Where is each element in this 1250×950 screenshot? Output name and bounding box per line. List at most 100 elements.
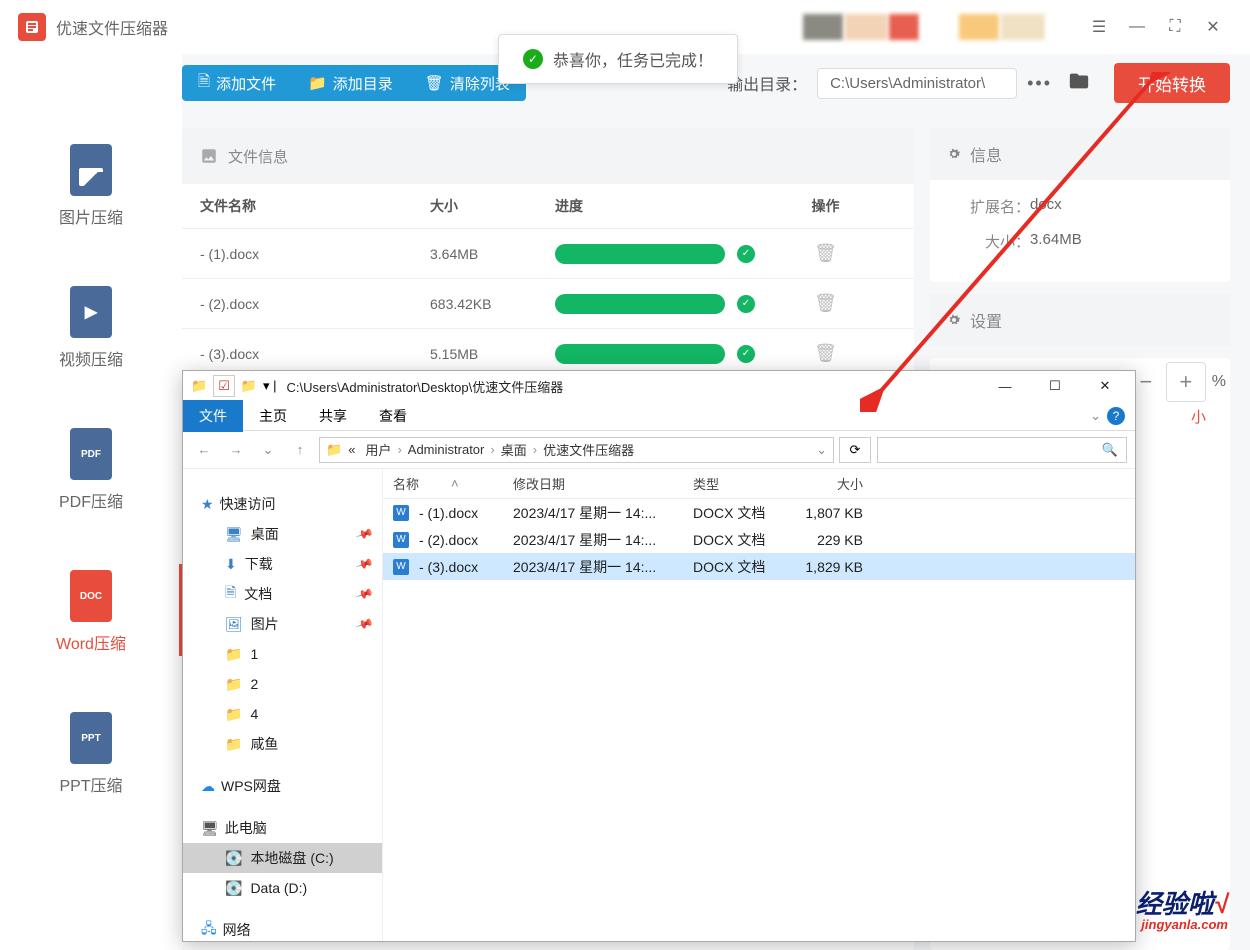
settings-header: 设置 bbox=[930, 294, 1230, 346]
ext-label: 扩展名： bbox=[950, 196, 1030, 217]
sidebar-label: Word压缩 bbox=[56, 630, 126, 654]
table-row[interactable]: - (1).docx 3.64MB ✓ 🗑 bbox=[182, 228, 914, 278]
sidebar-item-word[interactable]: DOC Word压缩 bbox=[0, 570, 182, 654]
docx-icon: W bbox=[393, 532, 409, 548]
image-icon bbox=[70, 144, 112, 196]
sidebar-label: 视频压缩 bbox=[59, 346, 123, 370]
sidebar-label: PDF压缩 bbox=[59, 488, 123, 512]
done-check-icon: ✓ bbox=[737, 245, 755, 263]
app-logo-icon bbox=[18, 13, 46, 41]
done-check-icon: ✓ bbox=[737, 345, 755, 363]
increase-button[interactable]: + bbox=[1166, 362, 1206, 402]
nav-forward-button[interactable]: → bbox=[223, 437, 249, 463]
done-check-icon: ✓ bbox=[737, 295, 755, 313]
check-icon: ✓ bbox=[523, 49, 543, 69]
checkbox-icon[interactable]: ☑ bbox=[213, 375, 235, 397]
col-progress: 进度 bbox=[555, 196, 755, 216]
quick-access[interactable]: ★快速访问 bbox=[183, 489, 382, 519]
nav-folder[interactable]: 📁4 bbox=[183, 699, 382, 729]
explorer-sidebar: ★快速访问 🖥桌面📌 ⬇下载📌 🗎文档📌 🖼图片📌 📁1 📁2 📁4 📁咸鱼 ☁… bbox=[183, 469, 383, 941]
explorer-columns: 名称˄ 修改日期 类型 大小 bbox=[383, 469, 1135, 499]
explorer-file-list: 名称˄ 修改日期 类型 大小 W- (1).docx 2023/4/17 星期一… bbox=[383, 469, 1135, 941]
table-row[interactable]: - (2).docx 683.42KB ✓ 🗑 bbox=[182, 278, 914, 328]
ext-value: docx bbox=[1030, 196, 1062, 217]
address-bar[interactable]: 📁 « 用户› Administrator› 桌面› 优速文件压缩器 ⌄ bbox=[319, 437, 834, 463]
folder-icon: 📁 bbox=[191, 378, 207, 394]
sidebar-item-ppt[interactable]: PPT PPT压缩 bbox=[0, 712, 182, 796]
ribbon-tab-view[interactable]: 查看 bbox=[363, 400, 423, 432]
chevron-down-icon[interactable]: ⌄ bbox=[816, 442, 827, 458]
output-dir-label: 输出目录： bbox=[727, 71, 807, 95]
col-name: 文件名称 bbox=[200, 196, 430, 216]
file-icon: 🗎 bbox=[198, 71, 210, 96]
explorer-ribbon: 文件 主页 共享 查看 ⌄ ? bbox=[183, 401, 1135, 431]
col-op: 操作 bbox=[755, 196, 896, 216]
menu-icon[interactable]: ☰ bbox=[1080, 8, 1118, 46]
folder-icon: 📁 bbox=[326, 442, 342, 458]
sidebar-item-video[interactable]: 视频压缩 bbox=[0, 286, 182, 370]
col-size: 大小 bbox=[430, 196, 555, 216]
nav-up-button[interactable]: ↑ bbox=[287, 437, 313, 463]
nav-folder[interactable]: 📁咸鱼 bbox=[183, 729, 382, 759]
delete-row-button[interactable]: 🗑 bbox=[814, 243, 837, 264]
start-convert-button[interactable]: 开始转换 bbox=[1114, 63, 1230, 103]
gear-icon bbox=[946, 312, 962, 328]
nav-recent-button[interactable]: ⌄ bbox=[255, 437, 281, 463]
explorer-close-button[interactable]: ✕ bbox=[1083, 372, 1127, 400]
nav-network[interactable]: 🖧网络 bbox=[183, 915, 382, 941]
sidebar-item-pdf[interactable]: PDF PDF压缩 bbox=[0, 428, 182, 512]
ribbon-tab-share[interactable]: 共享 bbox=[303, 400, 363, 432]
fullscreen-button[interactable]: ⛶ bbox=[1156, 8, 1194, 46]
docx-icon: W bbox=[393, 505, 409, 521]
sidebar-item-image[interactable]: 图片压缩 bbox=[0, 144, 182, 228]
sidebar-label: PPT压缩 bbox=[59, 772, 122, 796]
add-file-button[interactable]: 🗎添加文件 bbox=[182, 65, 292, 101]
explorer-search-input[interactable]: 🔍 bbox=[877, 437, 1127, 463]
sidebar: 图片压缩 视频压缩 PDF PDF压缩 DOC Word压缩 PPT PPT压缩 bbox=[0, 54, 182, 950]
nav-folder[interactable]: 📁1 bbox=[183, 639, 382, 669]
browse-button[interactable]: ••• bbox=[1017, 73, 1062, 94]
progress-bar bbox=[555, 244, 725, 264]
nav-back-button[interactable]: ← bbox=[191, 437, 217, 463]
nav-folder[interactable]: 📁2 bbox=[183, 669, 382, 699]
nav-c-drive[interactable]: 💽本地磁盘 (C:) bbox=[183, 843, 382, 873]
gear-icon bbox=[946, 146, 962, 162]
minimize-button[interactable]: — bbox=[1118, 8, 1156, 46]
explorer-maximize-button[interactable]: ☐ bbox=[1033, 372, 1077, 400]
folder-icon: 📁 bbox=[308, 74, 327, 92]
explorer-title-path: C:\Users\Administrator\Desktop\优速文件压缩器 bbox=[287, 377, 564, 396]
nav-d-drive[interactable]: 💽Data (D:) bbox=[183, 873, 382, 903]
explorer-minimize-button[interactable]: — bbox=[983, 372, 1027, 400]
help-icon[interactable]: ? bbox=[1107, 407, 1125, 425]
nav-downloads[interactable]: ⬇下载📌 bbox=[183, 549, 382, 579]
refresh-button[interactable]: ⟳ bbox=[839, 437, 871, 463]
folder-icon: 📁 bbox=[241, 378, 257, 394]
explorer-navbar: ← → ⌄ ↑ 📁 « 用户› Administrator› 桌面› 优速文件压… bbox=[183, 431, 1135, 469]
close-button[interactable]: ✕ bbox=[1194, 8, 1232, 46]
output-dir-field[interactable]: C:\Users\Administrator\ bbox=[817, 68, 1017, 99]
explorer-row[interactable]: W- (2).docx 2023/4/17 星期一 14:... DOCX 文档… bbox=[383, 526, 1135, 553]
nav-desktop[interactable]: 🖥桌面📌 bbox=[183, 519, 382, 549]
success-toast: ✓ 恭喜你，任务已完成！ bbox=[498, 34, 738, 84]
chevron-down-icon[interactable]: ⌄ bbox=[1090, 408, 1101, 424]
ppt-icon: PPT bbox=[70, 712, 112, 764]
nav-pictures[interactable]: 🖼图片📌 bbox=[183, 609, 382, 639]
ribbon-tab-home[interactable]: 主页 bbox=[243, 400, 303, 432]
nav-this-pc[interactable]: 🖥此电脑 bbox=[183, 813, 382, 843]
explorer-row[interactable]: W- (3).docx 2023/4/17 星期一 14:... DOCX 文档… bbox=[383, 553, 1135, 580]
file-explorer-window: 📁 ☑ 📁 ▾ | C:\Users\Administrator\Desktop… bbox=[182, 370, 1136, 942]
delete-row-button[interactable]: 🗑 bbox=[814, 293, 837, 314]
toast-text: 恭喜你，任务已完成！ bbox=[553, 47, 713, 71]
percent-label: % bbox=[1212, 373, 1226, 391]
sidebar-label: 图片压缩 bbox=[59, 204, 123, 228]
add-folder-button[interactable]: 📁添加目录 bbox=[292, 65, 409, 101]
blurred-region bbox=[802, 14, 1080, 40]
watermark: 经验啦√ jingyanla.com bbox=[1136, 884, 1228, 932]
delete-row-button[interactable]: 🗑 bbox=[814, 343, 837, 364]
ribbon-tab-file[interactable]: 文件 bbox=[183, 400, 243, 432]
video-icon bbox=[70, 286, 112, 338]
nav-documents[interactable]: 🗎文档📌 bbox=[183, 579, 382, 609]
explorer-row[interactable]: W- (1).docx 2023/4/17 星期一 14:... DOCX 文档… bbox=[383, 499, 1135, 526]
open-folder-icon[interactable] bbox=[1062, 70, 1096, 97]
nav-wps[interactable]: ☁WPS网盘 bbox=[183, 771, 382, 801]
